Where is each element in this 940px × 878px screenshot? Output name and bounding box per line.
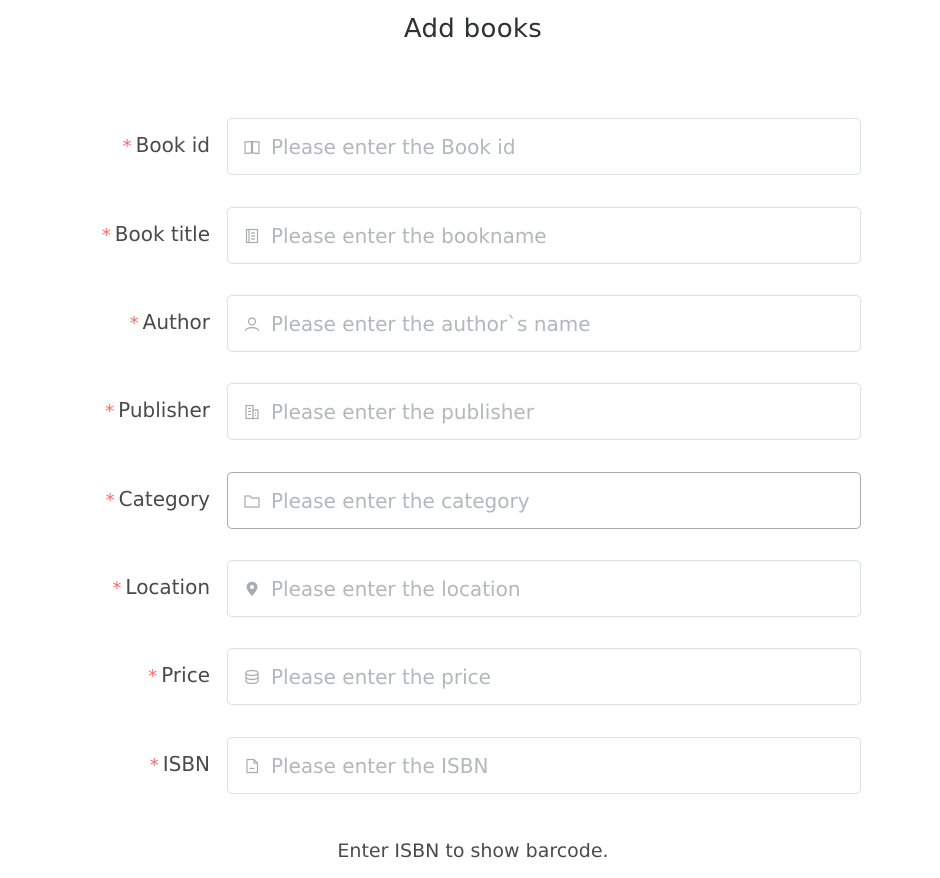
isbn-input-wrapper[interactable]	[227, 737, 861, 794]
form-row-publisher: * Publisher	[0, 383, 940, 440]
required-mark: *	[112, 578, 122, 599]
form-row-author: * Author	[0, 295, 940, 352]
form-row-book-id: * Book id	[0, 118, 940, 175]
user-icon	[243, 315, 261, 333]
form-row-price: * Price	[0, 648, 940, 705]
form-row-isbn: * ISBN	[0, 737, 940, 794]
publisher-input[interactable]	[271, 384, 851, 439]
add-books-page: Add books *Book id *Book title	[0, 0, 940, 878]
book-title-label: * Book title	[101, 222, 210, 246]
category-label: * Category	[105, 487, 210, 511]
required-mark: *	[149, 755, 159, 776]
location-input[interactable]	[271, 561, 851, 616]
publisher-label: * Publisher	[105, 398, 210, 422]
location-pin-icon	[243, 580, 261, 598]
barcode-hint: Enter ISBN to show barcode.	[337, 840, 609, 862]
location-input-wrapper[interactable]	[227, 560, 861, 617]
required-mark: *	[148, 666, 158, 687]
price-input-wrapper[interactable]	[227, 648, 861, 705]
required-mark: *	[122, 136, 132, 157]
isbn-label: * ISBN	[149, 752, 210, 776]
required-mark: *	[105, 401, 115, 422]
author-input-wrapper[interactable]	[227, 295, 861, 352]
book-id-label: * Book id	[122, 133, 210, 157]
document-icon	[243, 757, 261, 775]
folder-icon	[243, 492, 261, 510]
book-title-input-wrapper[interactable]	[227, 207, 861, 264]
category-input[interactable]	[271, 473, 851, 528]
book-id-input[interactable]	[271, 119, 851, 174]
price-input[interactable]	[271, 649, 851, 704]
book-icon	[243, 138, 261, 156]
category-input-wrapper[interactable]	[227, 472, 861, 529]
required-mark: *	[129, 313, 139, 334]
book-id-input-wrapper[interactable]	[227, 118, 861, 175]
required-mark: *	[105, 490, 115, 511]
location-label: * Location	[112, 575, 210, 599]
publisher-input-wrapper[interactable]	[227, 383, 861, 440]
office-building-icon	[243, 403, 261, 421]
book-title-input[interactable]	[271, 208, 851, 263]
form-row-location: * Location	[0, 560, 940, 617]
coin-icon	[243, 668, 261, 686]
page-title: Add books	[403, 14, 543, 44]
form-row-category: * Category	[0, 472, 940, 529]
author-label: * Author	[129, 310, 210, 334]
author-input[interactable]	[271, 296, 851, 351]
form-row-book-title: * Book title	[0, 207, 940, 264]
required-mark: *	[101, 225, 111, 246]
isbn-input[interactable]	[271, 738, 851, 793]
notebook-icon	[243, 227, 261, 245]
price-label: * Price	[148, 663, 210, 687]
